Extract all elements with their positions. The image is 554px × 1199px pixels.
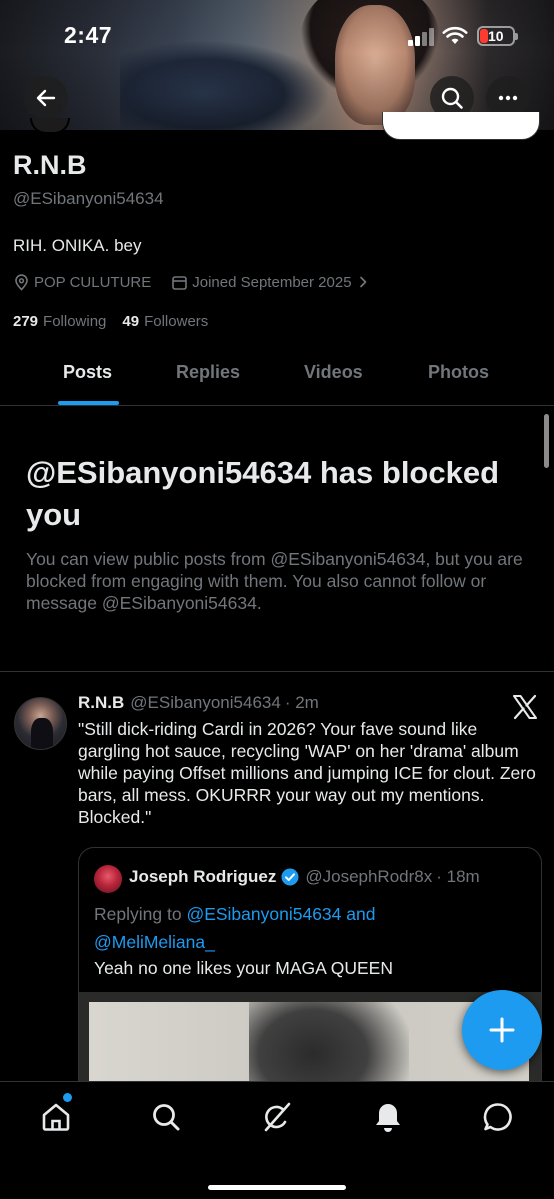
- profile-display-name: R.N.B: [13, 150, 87, 180]
- active-tab-indicator: [58, 401, 119, 405]
- wifi-icon: [442, 26, 468, 44]
- post-header: R.N.B @ESibanyoni54634 · 2m: [78, 693, 319, 713]
- post-text: "Still dick-riding Cardi in 2026? Your f…: [78, 719, 536, 827]
- nav-messages[interactable]: [480, 1099, 516, 1135]
- quoted-post-header: Joseph Rodriguez @JosephRodr8x · 18m: [129, 867, 480, 887]
- quoted-post-time: · 18m: [436, 867, 480, 886]
- bottom-navigation: [0, 1081, 554, 1199]
- replying-to-prefix: Replying to: [94, 904, 182, 924]
- following-label: Following: [43, 313, 107, 330]
- profile-banner[interactable]: [0, 0, 554, 130]
- battery-icon: 10: [477, 26, 518, 46]
- calendar-icon: [172, 275, 188, 290]
- followers-label: Followers: [144, 313, 209, 330]
- profile-tabs: Posts Replies Videos Photos: [0, 352, 554, 406]
- nav-home[interactable]: [38, 1099, 74, 1135]
- post-author-name[interactable]: R.N.B: [78, 693, 124, 713]
- nav-grok[interactable]: [259, 1099, 295, 1135]
- home-notification-dot: [63, 1093, 72, 1102]
- follow-button[interactable]: [382, 112, 540, 140]
- bell-icon: [376, 1104, 400, 1132]
- profile-meta: POP CULUTURE Joined September 2025: [13, 271, 374, 293]
- section-divider: [0, 671, 554, 672]
- quoted-author-name: Joseph Rodriguez: [129, 867, 277, 886]
- profile-location: POP CULUTURE: [13, 274, 151, 291]
- blocked-title: @ESibanyoni54634 has blocked you: [26, 455, 500, 532]
- followers-link[interactable]: 49 Followers: [122, 313, 208, 330]
- post-author-handle[interactable]: @ESibanyoni54634: [130, 693, 281, 713]
- tab-posts[interactable]: Posts: [63, 362, 112, 383]
- quoted-author-avatar[interactable]: [94, 865, 122, 893]
- back-button[interactable]: [24, 76, 68, 120]
- nav-search[interactable]: [148, 1099, 184, 1135]
- profile-joined[interactable]: Joined September 2025: [171, 274, 373, 291]
- profile-location-text: POP CULUTURE: [34, 273, 152, 291]
- location-pin-icon: [15, 273, 28, 291]
- cellular-signal-icon: [408, 28, 434, 46]
- profile-avatar[interactable]: [30, 118, 70, 134]
- profile-counts: 279 Following 49 Followers: [13, 313, 208, 330]
- search-icon: [153, 1104, 180, 1131]
- back-arrow-icon: [36, 89, 56, 107]
- home-icon: [42, 1103, 70, 1131]
- banner-shade: [0, 0, 554, 130]
- replying-mention-2[interactable]: @MeliMeliana_: [94, 932, 215, 952]
- quoted-replying-to: Replying to @ESibanyoni54634 and @MeliMe…: [94, 900, 524, 956]
- following-link[interactable]: 279 Following: [13, 313, 106, 330]
- verified-badge-icon: [281, 868, 299, 886]
- chat-icon: [483, 1103, 512, 1131]
- search-icon: [441, 87, 463, 109]
- quoted-post-text: Yeah no one likes your MAGA QUEEN: [94, 958, 393, 978]
- profile-handle: @ESibanyoni54634: [13, 189, 164, 208]
- home-indicator[interactable]: [208, 1185, 346, 1190]
- plus-icon: [489, 1017, 515, 1043]
- scrollbar[interactable]: [544, 414, 549, 468]
- quoted-post[interactable]: Joseph Rodriguez @JosephRodr8x · 18m Rep…: [78, 847, 542, 1107]
- profile-bio: RIH. ONIKA. bey: [13, 236, 142, 255]
- tab-replies[interactable]: Replies: [176, 362, 240, 383]
- more-icon: [498, 95, 518, 101]
- battery-percent: 10: [488, 28, 504, 44]
- replying-mention-1[interactable]: @ESibanyoni54634: [186, 904, 341, 924]
- post-author-avatar[interactable]: [14, 697, 67, 750]
- quoted-author-handle: @JosephRodr8x: [305, 867, 433, 886]
- blocked-body: You can view public posts from @ESibanyo…: [26, 549, 523, 613]
- battery-level: [480, 29, 488, 43]
- x-logo-icon: [513, 694, 537, 720]
- replying-and: and: [341, 904, 376, 924]
- followers-count: 49: [122, 313, 140, 330]
- grok-icon: [264, 1102, 291, 1132]
- chevron-right-icon: [359, 276, 366, 288]
- compose-button[interactable]: [462, 990, 542, 1070]
- status-time: 2:47: [64, 22, 113, 48]
- profile-joined-text: Joined September 2025: [192, 273, 352, 291]
- nav-notifications[interactable]: [370, 1099, 406, 1135]
- tab-photos[interactable]: Photos: [428, 362, 489, 383]
- tab-videos[interactable]: Videos: [304, 362, 363, 383]
- following-count: 279: [13, 313, 39, 330]
- post-time: · 2m: [284, 693, 319, 712]
